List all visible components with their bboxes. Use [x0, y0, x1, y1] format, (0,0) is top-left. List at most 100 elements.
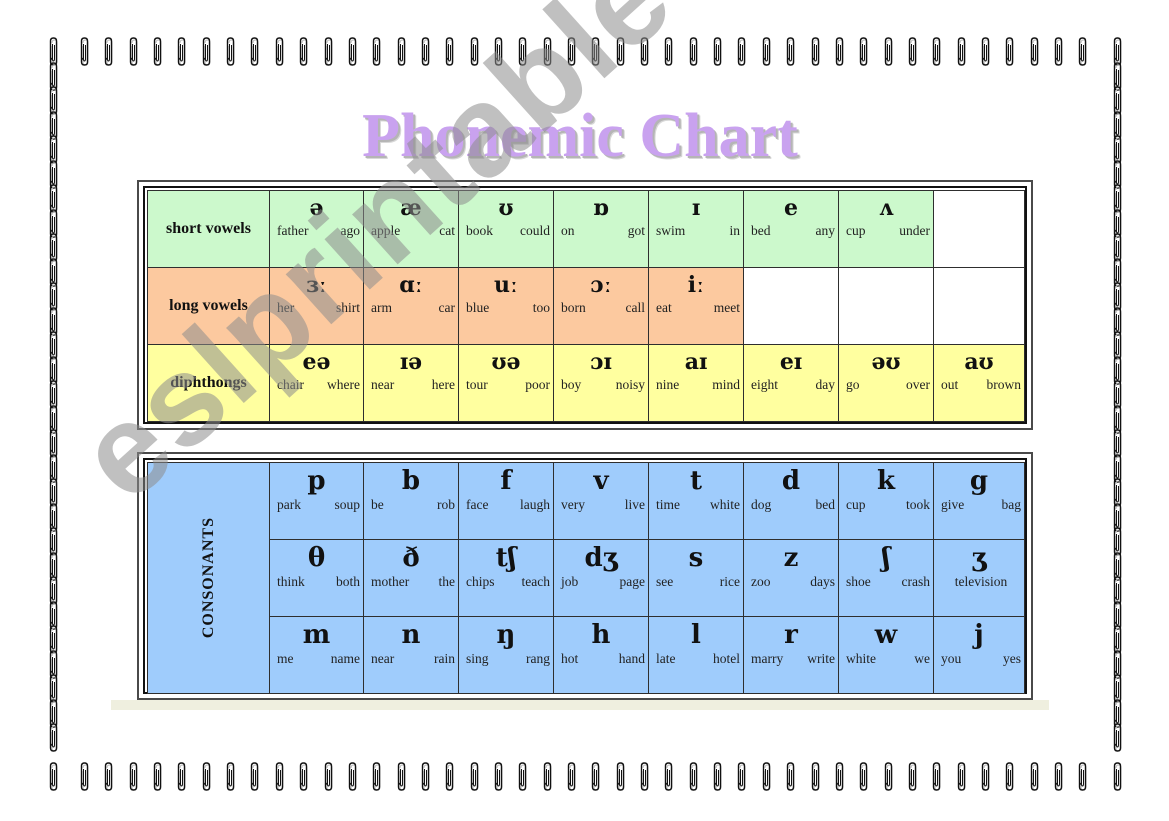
paperclip-icon — [1112, 62, 1123, 92]
phoneme-cell: p park soup — [269, 462, 364, 540]
paperclip-icon — [371, 37, 382, 67]
phoneme-symbol: p — [307, 466, 326, 496]
paperclip-icon — [298, 37, 309, 67]
example-word: face — [466, 497, 489, 512]
example-word: book — [466, 223, 493, 238]
paperclip-icon — [48, 86, 59, 116]
example-word: mother — [371, 574, 410, 589]
paperclip-icon — [396, 762, 407, 792]
paperclip-icon — [785, 762, 796, 792]
example-word: me — [277, 651, 294, 666]
example-word: soup — [334, 497, 360, 512]
example-word: cup — [846, 497, 866, 512]
paperclip-icon — [48, 405, 59, 435]
paperclip-icon — [323, 37, 334, 67]
paperclip-icon — [48, 429, 59, 459]
example-word: be — [371, 497, 384, 512]
phoneme-symbol: aɪ — [684, 349, 708, 375]
phoneme-cell: g give bag — [933, 462, 1025, 540]
paperclip-icon — [1053, 37, 1064, 67]
paperclip-icon — [956, 762, 967, 792]
example-word: bed — [751, 223, 771, 238]
example-word: rice — [719, 574, 740, 589]
paperclip-icon — [980, 762, 991, 792]
phoneme-cell: θ think both — [269, 539, 364, 617]
phoneme-cell: ʊə tour poor — [458, 344, 554, 422]
example-word: apple — [371, 223, 401, 238]
paperclip-icon — [1112, 86, 1123, 116]
paperclip-icon — [249, 762, 260, 792]
paperclip-icon — [1112, 723, 1123, 753]
phoneme-symbol: ɜː — [306, 272, 327, 298]
example-word: shirt — [335, 300, 360, 315]
paperclip-icon — [48, 380, 59, 410]
example-word: mind — [712, 377, 740, 392]
phoneme-symbol: ð — [402, 543, 420, 573]
phoneme-cell: æ apple cat — [363, 190, 459, 268]
paperclip-icon — [48, 723, 59, 753]
paperclip-icon — [1112, 625, 1123, 655]
phoneme-symbol: k — [876, 466, 895, 496]
phoneme-symbol: ŋ — [496, 620, 516, 650]
paperclip-icon — [663, 37, 674, 67]
paperclip-icon — [48, 233, 59, 263]
paperclip-icon — [1112, 135, 1123, 165]
example-word: swim — [656, 223, 686, 238]
example-word: go — [846, 377, 860, 392]
phoneme-symbol: s — [688, 543, 704, 573]
example-word: here — [431, 377, 455, 392]
paperclip-icon — [1112, 478, 1123, 508]
paperclip-icon — [48, 160, 59, 190]
paperclip-icon — [1112, 674, 1123, 704]
example-word: see — [656, 574, 674, 589]
paperclip-icon — [420, 762, 431, 792]
paperclip-icon — [201, 762, 212, 792]
paperclip-icon — [274, 762, 285, 792]
phoneme-cell: v very live — [553, 462, 649, 540]
example-word: give — [941, 497, 965, 512]
paperclip-icon — [1029, 762, 1040, 792]
example-word: zoo — [751, 574, 771, 589]
vowel-row: short vowels ə father ago æ apple cat ʊ book coul… — [147, 190, 1025, 268]
example-word: we — [914, 651, 930, 666]
phoneme-cell: t time white — [648, 462, 744, 540]
example-word: under — [899, 223, 930, 238]
paperclip-icon — [907, 762, 918, 792]
paperclip-icon — [615, 762, 626, 792]
paperclip-icon — [810, 37, 821, 67]
consonant-row: CONSONANTS p park soup b be rob f face laugh v very… — [147, 462, 1025, 694]
example-word: cup — [846, 223, 866, 238]
empty-cell — [743, 267, 839, 345]
phoneme-symbol: ʌ — [878, 195, 894, 221]
phoneme-cell: tʃ chips teach — [458, 539, 554, 617]
example-word: ago — [340, 223, 361, 238]
paperclip-icon — [980, 37, 991, 67]
paperclip-icon — [834, 762, 845, 792]
paperclip-icon — [663, 762, 674, 792]
example-word: sing — [466, 651, 489, 666]
phoneme-symbol: n — [401, 620, 421, 650]
phoneme-cell: m me name — [269, 616, 364, 694]
example-word: days — [810, 574, 835, 589]
consonant-row: m me name n near rain ŋ sing rang h hot hand l late ho… — [148, 616, 1025, 694]
paperclip-icon — [225, 762, 236, 792]
empty-cell — [838, 267, 934, 345]
paperclip-icon — [1112, 699, 1123, 729]
example-word: white — [710, 497, 740, 512]
example-word: bed — [815, 497, 836, 512]
consonant-panel: CONSONANTS p park soup b be rob f face laugh v very… — [137, 452, 1033, 700]
phoneme-symbol: r — [784, 620, 798, 650]
phoneme-cell: ŋ sing rang — [458, 616, 554, 694]
phoneme-cell: d dog bed — [743, 462, 839, 540]
example-word: chair — [277, 377, 304, 392]
example-word: white — [846, 651, 876, 666]
phoneme-symbol: ʊə — [491, 349, 521, 375]
example-word: hand — [618, 651, 645, 666]
example-word: crash — [901, 574, 930, 589]
paperclip-icon — [1112, 762, 1123, 792]
panel-shadow — [111, 700, 1049, 710]
paperclip-icon — [1112, 429, 1123, 459]
phoneme-symbol: z — [783, 543, 799, 573]
example-word: laugh — [520, 497, 550, 512]
example-word: write — [807, 651, 835, 666]
